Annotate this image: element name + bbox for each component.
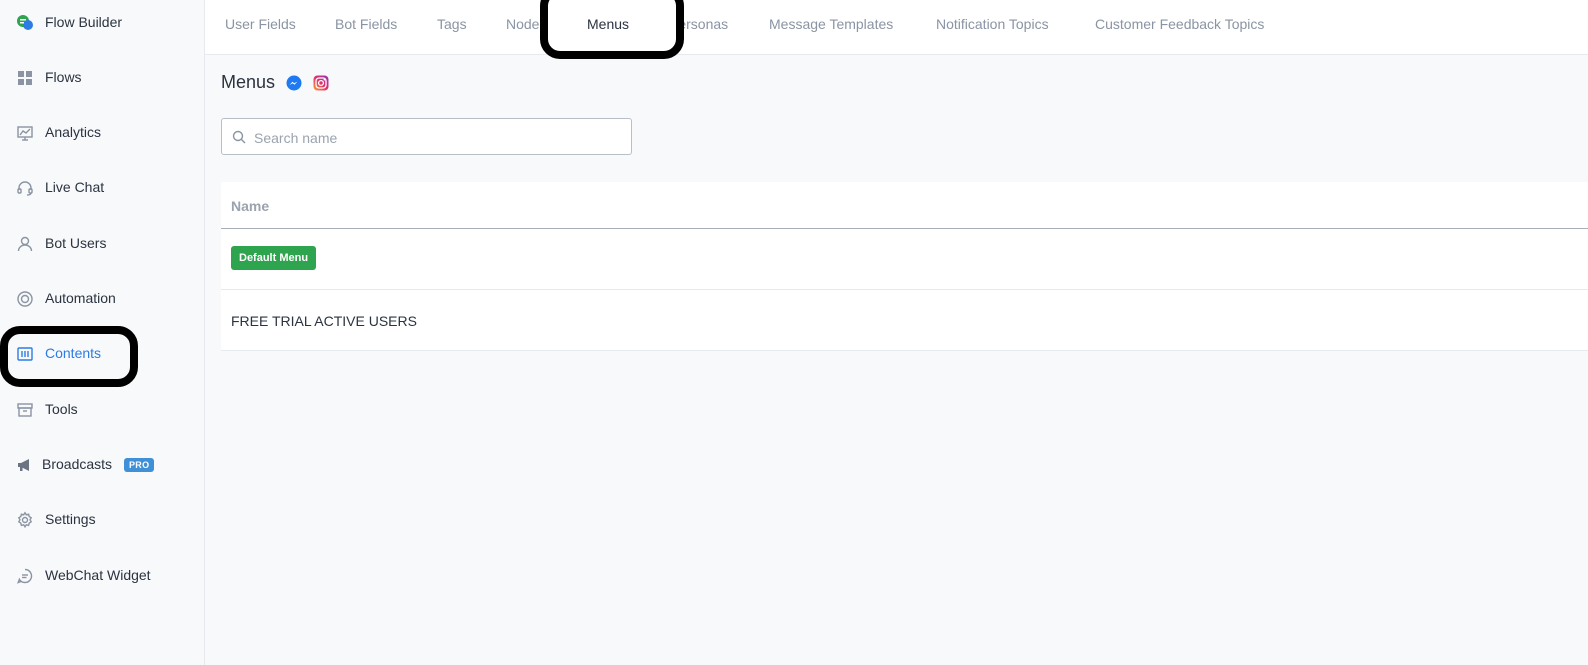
user-icon — [16, 235, 34, 253]
pro-badge: PRO — [124, 458, 155, 472]
sidebar-item-automation[interactable]: Automation — [0, 279, 204, 319]
gear-icon — [16, 511, 34, 529]
messenger-icon — [286, 75, 302, 91]
menus-table: Name Default Menu FREE TRIAL ACTIVE USER… — [221, 182, 1588, 351]
megaphone-icon — [16, 456, 34, 474]
menu-name[interactable]: FREE TRIAL ACTIVE USERS — [231, 313, 417, 329]
tab-menus[interactable]: Menus — [587, 16, 629, 32]
sidebar-item-label: Flows — [45, 69, 82, 85]
lifebuoy-icon — [16, 290, 34, 308]
tab-notification-topics[interactable]: Notification Topics — [936, 16, 1049, 32]
tab-node[interactable]: Node — [506, 16, 539, 32]
headset-icon — [16, 179, 34, 197]
grid-icon — [16, 69, 34, 87]
search-box — [221, 118, 632, 156]
sidebar-item-bot-users[interactable]: Bot Users — [0, 224, 204, 264]
sidebar-item-label: Bot Users — [45, 235, 107, 251]
table-row[interactable]: FREE TRIAL ACTIVE USERS — [221, 290, 1588, 351]
sidebar-item-label: Contents — [45, 345, 102, 361]
sidebar-item-flows[interactable]: Flows — [0, 58, 204, 98]
sidebar-item-broadcasts[interactable]: Broadcasts PRO — [0, 445, 204, 485]
sidebar-item-label: WebChat Widget — [45, 567, 151, 583]
table-header: Name — [221, 182, 1588, 229]
sidebar-item-label: Broadcasts — [42, 456, 113, 472]
tab-tags[interactable]: Tags — [437, 16, 467, 32]
instagram-icon — [313, 75, 329, 91]
sidebar-item-settings[interactable]: Settings — [0, 500, 204, 540]
page-title: Menus — [221, 72, 276, 92]
sidebar-item-flow-builder[interactable]: Flow Builder — [0, 3, 204, 43]
sidebar: Flow Builder Flows Analytics Live Chat B… — [0, 0, 205, 665]
chat-bubble-icon — [16, 567, 34, 585]
sidebar-item-label: Tools — [45, 401, 78, 417]
sidebar-item-label: Analytics — [45, 124, 102, 140]
contents-icon — [16, 345, 34, 363]
sidebar-item-webchat-widget[interactable]: WebChat Widget — [0, 556, 204, 596]
sidebar-item-contents[interactable]: Contents — [0, 334, 204, 374]
search-icon — [232, 130, 246, 144]
tab-message-templates[interactable]: Message Templates — [769, 16, 893, 32]
sidebar-item-label: Flow Builder — [45, 14, 123, 30]
default-menu-badge[interactable]: Default Menu — [231, 246, 317, 270]
flow-builder-icon — [16, 14, 34, 32]
tab-bot-fields[interactable]: Bot Fields — [335, 16, 397, 32]
sidebar-item-live-chat[interactable]: Live Chat — [0, 168, 204, 208]
sidebar-item-label: Live Chat — [45, 179, 105, 195]
column-header-name[interactable]: Name — [231, 198, 269, 214]
sidebar-item-analytics[interactable]: Analytics — [0, 113, 204, 153]
sidebar-item-label: Settings — [45, 511, 96, 527]
content-tabs-bar: User Fields Bot Fields Tags Node Persona… — [205, 0, 1588, 55]
tab-personas[interactable]: Personas — [669, 16, 728, 32]
archive-box-icon — [16, 401, 34, 419]
analytics-icon — [16, 124, 34, 142]
search-input[interactable] — [252, 119, 626, 156]
sidebar-item-tools[interactable]: Tools — [0, 390, 204, 430]
tab-customer-feedback-topics[interactable]: Customer Feedback Topics — [1095, 16, 1264, 32]
sidebar-item-label: Automation — [45, 290, 116, 306]
tab-user-fields[interactable]: User Fields — [225, 16, 296, 32]
table-row[interactable]: Default Menu — [221, 229, 1588, 290]
